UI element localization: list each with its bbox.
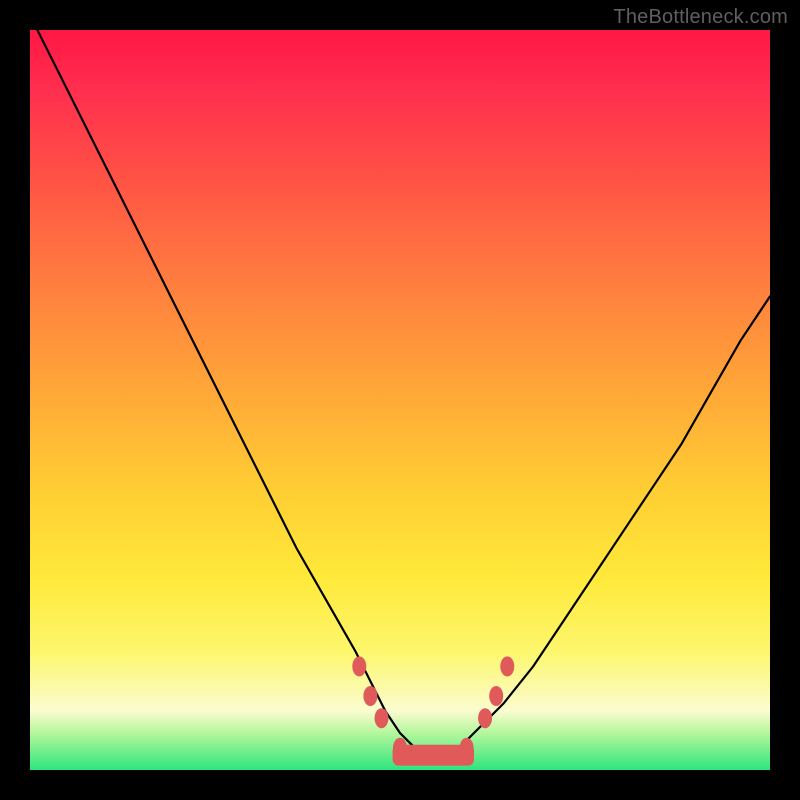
highlight-dot bbox=[478, 708, 492, 728]
highlight-dot bbox=[375, 708, 389, 728]
highlight-dot bbox=[489, 686, 503, 706]
plot-area bbox=[30, 30, 770, 770]
chart-frame: TheBottleneck.com bbox=[0, 0, 800, 800]
highlight-dot bbox=[500, 656, 514, 676]
bottleneck-curve bbox=[30, 15, 770, 755]
attribution-text: TheBottleneck.com bbox=[613, 6, 788, 29]
valley-band bbox=[393, 745, 474, 766]
highlight-dot bbox=[352, 656, 366, 676]
curve-layer bbox=[30, 30, 770, 770]
highlight-dot bbox=[363, 686, 377, 706]
